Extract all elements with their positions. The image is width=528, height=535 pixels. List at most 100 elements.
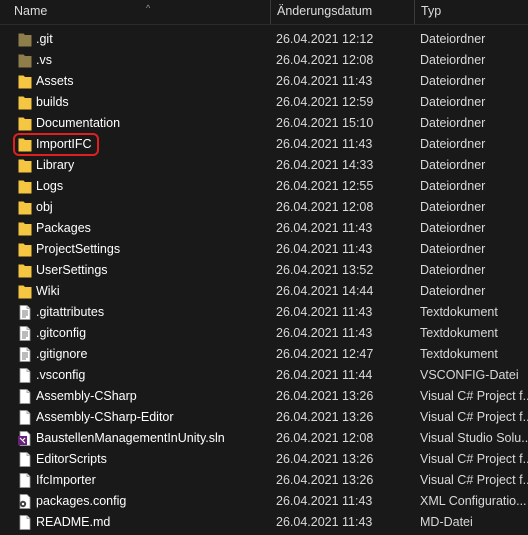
file-icon	[18, 452, 32, 467]
file-type: Visual C# Project f...	[420, 473, 528, 487]
file-type: XML Configuratio...	[420, 494, 527, 508]
file-type: Dateiordner	[420, 263, 486, 277]
file-name: EditorScripts	[36, 452, 107, 466]
file-name: .git	[36, 32, 53, 46]
file-modified-date: 26.04.2021 11:43	[276, 326, 373, 340]
column-header-type-label: Typ	[421, 4, 442, 18]
file-row[interactable]: packages.config 26.04.2021 11:43 XML Confi…	[0, 491, 528, 512]
file-type: Dateiordner	[420, 179, 486, 193]
file-type: Dateiordner	[420, 95, 486, 109]
file-type: Visual C# Project f...	[420, 389, 528, 403]
file-type: Dateiordner	[420, 242, 486, 256]
file-name: builds	[36, 95, 69, 109]
file-row[interactable]: .vsconfig 26.04.2021 11:44 VSCONFIG-Datei	[0, 365, 528, 386]
file-row[interactable]: IfcImporter 26.04.2021 13:26 Visual C# Pro…	[0, 470, 528, 491]
file-name: UserSettings	[36, 263, 108, 277]
file-name: README.md	[36, 515, 111, 529]
file-row[interactable]: .git 26.04.2021 12:12 Dateiordner	[0, 29, 528, 50]
folder-icon	[18, 179, 32, 194]
file-modified-date: 26.04.2021 11:43	[276, 74, 373, 88]
file-type: Dateiordner	[420, 284, 486, 298]
file-modified-date: 26.04.2021 12:55	[276, 179, 374, 193]
file-name: .gitconfig	[36, 326, 87, 340]
file-name: Assembly-CSharp	[36, 389, 137, 403]
file-modified-date: 26.04.2021 13:52	[276, 263, 374, 277]
file-row[interactable]: ImportIFC 26.04.2021 11:43 Dateiordner	[0, 134, 528, 155]
file-name: Assets	[36, 74, 74, 88]
folder-icon	[18, 200, 32, 215]
file-type: Dateiordner	[420, 74, 486, 88]
folder-hidden-icon	[18, 32, 32, 47]
file-type: Dateiordner	[420, 158, 486, 172]
file-modified-date: 26.04.2021 13:26	[276, 452, 374, 466]
file-row[interactable]: Library 26.04.2021 14:33 Dateiordner	[0, 155, 528, 176]
file-modified-date: 26.04.2021 12:08	[276, 200, 374, 214]
file-name: Wiki	[36, 284, 60, 298]
file-name: .vsconfig	[36, 368, 86, 382]
folder-icon	[18, 116, 32, 131]
file-row[interactable]: README.md 26.04.2021 11:43 MD-Datei	[0, 512, 528, 533]
file-row[interactable]: builds 26.04.2021 12:59 Dateiordner	[0, 92, 528, 113]
file-modified-date: 26.04.2021 14:33	[276, 158, 374, 172]
folder-icon	[18, 221, 32, 236]
file-row[interactable]: .gitconfig 26.04.2021 11:43 Textdokument	[0, 323, 528, 344]
folder-icon	[18, 137, 32, 152]
folder-icon	[18, 242, 32, 257]
file-row[interactable]: .vs 26.04.2021 12:08 Dateiordner	[0, 50, 528, 71]
file-row[interactable]: BaustellenManagementInUnity.sln 26.04.202…	[0, 428, 528, 449]
file-row[interactable]: Documentation 26.04.2021 15:10 Dateiordner	[0, 113, 528, 134]
file-row[interactable]: Assembly-CSharp 26.04.2021 13:26 Visual C#…	[0, 386, 528, 407]
file-row[interactable]: Logs 26.04.2021 12:55 Dateiordner	[0, 176, 528, 197]
file-row[interactable]: EditorScripts 26.04.2021 13:26 Visual C# P…	[0, 449, 528, 470]
file-row[interactable]: Packages 26.04.2021 11:43 Dateiordner	[0, 218, 528, 239]
column-header-bar: Name ^ Änderungsdatum Typ	[0, 0, 528, 25]
file-name: Logs	[36, 179, 64, 193]
file-modified-date: 26.04.2021 13:26	[276, 389, 374, 403]
file-modified-date: 26.04.2021 12:08	[276, 431, 374, 445]
folder-icon	[18, 284, 32, 299]
file-name: obj	[36, 200, 53, 214]
sort-ascending-icon: ^	[146, 3, 151, 13]
folder-hidden-icon	[18, 53, 32, 68]
file-name: .gitignore	[36, 347, 88, 361]
file-modified-date: 26.04.2021 13:26	[276, 410, 374, 424]
file-name: Packages	[36, 221, 91, 235]
file-name: Library	[36, 158, 75, 172]
file-row[interactable]: .gitignore 26.04.2021 12:47 Textdokument	[0, 344, 528, 365]
file-type: Dateiordner	[420, 32, 486, 46]
file-icon	[18, 368, 32, 383]
file-type: Dateiordner	[420, 137, 486, 151]
file-name: .vs	[36, 53, 52, 67]
file-type: Dateiordner	[420, 116, 486, 130]
file-modified-date: 26.04.2021 15:10	[276, 116, 374, 130]
file-row[interactable]: Wiki 26.04.2021 14:44 Dateiordner	[0, 281, 528, 302]
file-row[interactable]: Assembly-CSharp-Editor 26.04.2021 13:26 Vi…	[0, 407, 528, 428]
file-row[interactable]: UserSettings 26.04.2021 13:52 Dateiordner	[0, 260, 528, 281]
file-type: Visual Studio Solu...	[420, 431, 528, 445]
file-type: Textdokument	[420, 347, 498, 361]
file-row[interactable]: ProjectSettings 26.04.2021 11:43 Dateiordn…	[0, 239, 528, 260]
file-modified-date: 26.04.2021 11:43	[276, 305, 373, 319]
file-icon	[18, 473, 32, 488]
file-name: .gitattributes	[36, 305, 105, 319]
file-type: Dateiordner	[420, 53, 486, 67]
file-modified-date: 26.04.2021 12:12	[276, 32, 374, 46]
column-header-name[interactable]: Name ^	[8, 0, 268, 24]
file-row[interactable]: .gitattributes 26.04.2021 11:43 Textdokume…	[0, 302, 528, 323]
column-header-date[interactable]: Änderungsdatum	[270, 0, 413, 24]
file-icon	[18, 515, 32, 530]
column-header-type[interactable]: Typ	[414, 0, 528, 24]
file-icon	[18, 389, 32, 404]
file-row[interactable]: Assets 26.04.2021 11:43 Dateiordner	[0, 71, 528, 92]
file-row[interactable]: obj 26.04.2021 12:08 Dateiordner	[0, 197, 528, 218]
folder-icon	[18, 263, 32, 278]
file-type: Textdokument	[420, 326, 498, 340]
file-type: Dateiordner	[420, 200, 486, 214]
file-name: Documentation	[36, 116, 121, 130]
file-modified-date: 26.04.2021 11:43	[276, 242, 373, 256]
file-modified-date: 26.04.2021 11:43	[276, 515, 373, 529]
file-list: .git 26.04.2021 12:12 Dateiordner .vs 26.04.…	[0, 29, 528, 533]
column-header-date-label: Änderungsdatum	[277, 4, 373, 18]
file-modified-date: 26.04.2021 11:43	[276, 221, 373, 235]
file-name: Assembly-CSharp-Editor	[36, 410, 174, 424]
